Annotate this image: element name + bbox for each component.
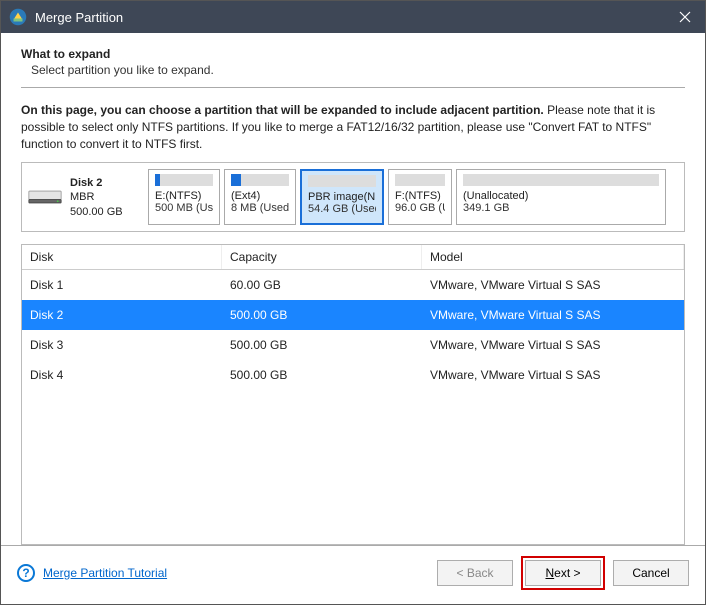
usage-bar [395, 174, 445, 186]
page-heading: What to expand [21, 47, 685, 61]
disk-type: MBR [70, 190, 123, 204]
app-icon [9, 8, 27, 26]
partition-label: E:(NTFS) [155, 190, 213, 202]
cell-disk: Disk 1 [22, 270, 222, 300]
table-row[interactable]: Disk 3500.00 GBVMware, VMware Virtual S … [22, 330, 684, 360]
partition-sub: 96.0 GB (U [395, 202, 445, 214]
partition-tile[interactable]: (Ext4)8 MB (Used: [224, 169, 296, 225]
description-bold: On this page, you can choose a partition… [21, 103, 544, 117]
table-row[interactable]: Disk 2500.00 GBVMware, VMware Virtual S … [22, 300, 684, 330]
table-row[interactable]: Disk 4500.00 GBVMware, VMware Virtual S … [22, 360, 684, 390]
cell-model: VMware, VMware Virtual S SAS [422, 270, 684, 300]
col-disk[interactable]: Disk [22, 245, 222, 269]
col-model[interactable]: Model [422, 245, 684, 269]
partition-label: F:(NTFS) [395, 190, 445, 202]
next-button-highlight: Next > [521, 556, 605, 590]
divider [21, 87, 685, 88]
disk-size: 500.00 GB [70, 205, 123, 219]
cell-disk: Disk 3 [22, 330, 222, 360]
footer: ? Merge Partition Tutorial < Back Next >… [1, 545, 705, 604]
cell-capacity: 60.00 GB [222, 270, 422, 300]
close-button[interactable] [665, 1, 705, 33]
titlebar: Merge Partition [1, 1, 705, 33]
partition-tile[interactable]: E:(NTFS)500 MB (Used [148, 169, 220, 225]
content-area: What to expand Select partition you like… [1, 33, 705, 545]
description-text: On this page, you can choose a partition… [21, 102, 685, 152]
cell-capacity: 500.00 GB [222, 360, 422, 390]
cell-disk: Disk 4 [22, 360, 222, 390]
partition-tile[interactable]: (Unallocated)349.1 GB [456, 169, 666, 225]
next-button[interactable]: Next > [525, 560, 601, 586]
tutorial-link[interactable]: Merge Partition Tutorial [43, 566, 167, 580]
cell-model: VMware, VMware Virtual S SAS [422, 330, 684, 360]
table-row[interactable]: Disk 160.00 GBVMware, VMware Virtual S S… [22, 270, 684, 300]
partition-label: PBR image(N [308, 191, 376, 203]
cell-model: VMware, VMware Virtual S SAS [422, 360, 684, 390]
cancel-button[interactable]: Cancel [613, 560, 689, 586]
partition-sub: 54.4 GB (Used [308, 203, 376, 215]
usage-bar [231, 174, 289, 186]
partition-sub: 8 MB (Used: [231, 202, 289, 214]
page-subheading: Select partition you like to expand. [31, 63, 685, 77]
partition-bar: Disk 2 MBR 500.00 GB E:(NTFS)500 MB (Use… [21, 162, 685, 232]
back-button[interactable]: < Back [437, 560, 513, 586]
partition-sub: 500 MB (Used [155, 202, 213, 214]
close-icon [679, 11, 691, 23]
partition-label: (Unallocated) [463, 190, 659, 202]
cell-model: VMware, VMware Virtual S SAS [422, 300, 684, 330]
usage-bar [155, 174, 213, 186]
usage-bar [308, 175, 376, 187]
window-title: Merge Partition [35, 10, 665, 25]
disk-icon [28, 187, 62, 207]
cell-disk: Disk 2 [22, 300, 222, 330]
partition-label: (Ext4) [231, 190, 289, 202]
disk-info: Disk 2 MBR 500.00 GB [28, 169, 144, 225]
partition-tile[interactable]: PBR image(N54.4 GB (Used [300, 169, 384, 225]
disk-text: Disk 2 MBR 500.00 GB [70, 176, 123, 219]
disk-table: Disk Capacity Model Disk 160.00 GBVMware… [21, 244, 685, 545]
usage-bar [463, 174, 659, 186]
disk-name: Disk 2 [70, 176, 123, 190]
col-capacity[interactable]: Capacity [222, 245, 422, 269]
cell-capacity: 500.00 GB [222, 300, 422, 330]
partition-sub: 349.1 GB [463, 202, 659, 214]
partition-tile[interactable]: F:(NTFS)96.0 GB (U [388, 169, 452, 225]
table-header: Disk Capacity Model [22, 245, 684, 270]
help-icon[interactable]: ? [17, 564, 35, 582]
table-body: Disk 160.00 GBVMware, VMware Virtual S S… [22, 270, 684, 544]
merge-partition-window: Merge Partition What to expand Select pa… [0, 0, 706, 605]
cell-capacity: 500.00 GB [222, 330, 422, 360]
